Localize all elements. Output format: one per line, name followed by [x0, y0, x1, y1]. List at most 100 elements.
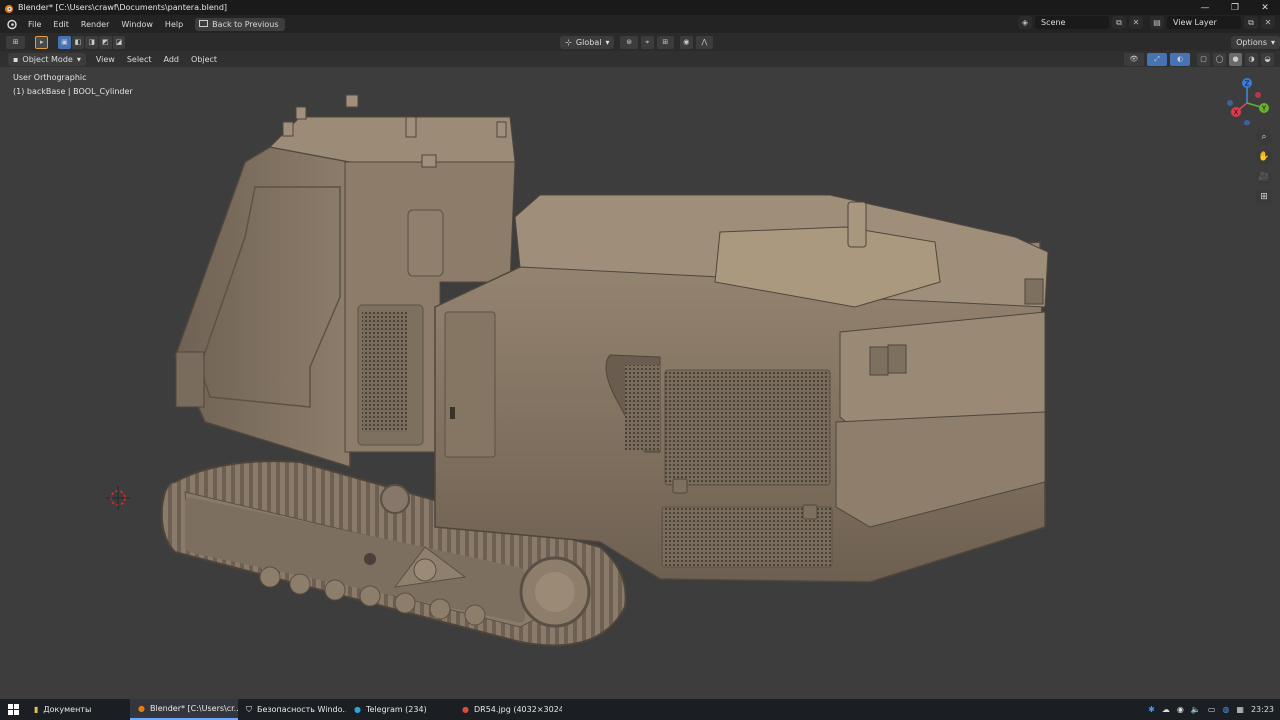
maximize-button[interactable]: ❐ [1220, 0, 1250, 15]
network-icon[interactable]: ▭ [1208, 705, 1216, 714]
delete-scene-icon[interactable]: ✕ [1129, 16, 1143, 29]
rendered-shading-icon[interactable]: ◒ [1261, 52, 1274, 66]
menu-view[interactable]: View [90, 55, 121, 64]
taskbar-item-label: Документы [43, 705, 92, 714]
taskbar-item-label: Blender* [C:\Users\cr... [149, 704, 238, 713]
globe-icon[interactable]: ◍ [1222, 705, 1229, 714]
menu-render[interactable]: Render [75, 20, 115, 29]
blender-icon [5, 4, 13, 13]
back-button-label: Back to Previous [212, 19, 279, 29]
orientation-icon: ⊹ [565, 37, 572, 47]
taskbar-item-chrome[interactable]: ● DR54.jpg (4032×3024)... [454, 699, 562, 720]
new-view-layer-icon[interactable]: ⧉ [1244, 16, 1258, 29]
bluetooth-icon[interactable]: ✱ [1148, 705, 1155, 714]
grid-icon[interactable]: ⊞ [1256, 189, 1272, 205]
menu-add[interactable]: Add [158, 55, 186, 64]
window-titlebar: Blender* [C:\Users\crawf\Documents\pante… [0, 0, 1280, 15]
menu-help[interactable]: Help [159, 20, 189, 29]
material-shading-icon[interactable]: ◑ [1245, 52, 1258, 66]
chevron-down-icon: ▾ [76, 54, 81, 64]
eye-icon[interactable]: ◉ [1177, 705, 1184, 714]
blender-logo-icon[interactable] [6, 18, 18, 30]
shield-icon: ⛉ [246, 704, 252, 714]
tool-settings-bar: ⊞ ▸ ▣ ◧ ◨ ◩ ◪ ⊹ Global ▾ ⊛ ⌖ ⊞ ◉ ⋀ Optio… [0, 33, 1280, 51]
minimize-button[interactable]: — [1190, 0, 1220, 15]
snap-icon[interactable]: ⌖ [640, 35, 654, 49]
orientation-label: Global [575, 37, 602, 47]
taskbar-item-documents[interactable]: ▮ Документы [26, 699, 130, 720]
taskbar-item-blender[interactable]: ● Blender* [C:\Users\cr... [130, 699, 238, 720]
select-extend-icon[interactable]: ◧ [71, 35, 85, 49]
axis-x-label: X [1234, 109, 1239, 117]
navigation-gizmo[interactable]: Z Y X [1222, 75, 1272, 125]
menu-edit[interactable]: Edit [47, 20, 75, 29]
object-mode-icon: ▪ [13, 54, 19, 64]
back-to-previous-button[interactable]: Back to Previous [195, 17, 285, 31]
system-tray: ✱ ☁ ◉ 🔈 ▭ ◍ ▦ 23:23 [1148, 699, 1274, 720]
xray-icon[interactable]: ▢ [1197, 52, 1210, 66]
select-tool-icon[interactable]: ▸ [35, 35, 49, 49]
menu-file[interactable]: File [22, 20, 47, 29]
chevron-down-icon: ▾ [605, 37, 610, 47]
snap-target-icon[interactable]: ⊞ [656, 35, 675, 49]
options-label: Options [1236, 37, 1267, 47]
3d-cursor-icon [106, 486, 130, 510]
select-invert-icon[interactable]: ◩ [98, 35, 112, 49]
engine-body [434, 194, 1049, 583]
axis-y-label: Y [1261, 105, 1267, 113]
scene-field[interactable]: Scene [1035, 16, 1109, 29]
options-dropdown[interactable]: Options ▾ [1231, 35, 1280, 49]
scene-selector: ◈ Scene ⧉ ✕ [1018, 16, 1143, 29]
delete-view-layer-icon[interactable]: ✕ [1261, 16, 1275, 29]
model-render [106, 94, 1049, 647]
select-intersect-icon[interactable]: ◪ [112, 35, 126, 49]
view-layer-selector: ▤ View Layer ⧉ ✕ [1150, 16, 1275, 29]
select-new-icon[interactable]: ▣ [58, 35, 71, 49]
folder-icon: ▮ [34, 705, 39, 714]
transform-orientation-dropdown[interactable]: ⊹ Global ▾ [560, 35, 615, 49]
mode-dropdown[interactable]: ▪ Object Mode ▾ [8, 52, 86, 66]
taskbar-item-telegram[interactable]: ● Telegram (234) [346, 699, 454, 720]
axis-z-label: Z [1245, 80, 1250, 88]
windows-start-icon[interactable] [0, 704, 26, 715]
clock-label[interactable]: 23:23 [1251, 705, 1274, 714]
gizmo-toggle-icon[interactable]: ⤢ [1147, 52, 1167, 66]
taskbar-item-security[interactable]: ⛉ Безопасность Windo... [238, 699, 346, 720]
speaker-icon[interactable]: 🔈 [1191, 705, 1201, 714]
wireframe-shading-icon[interactable]: ◯ [1213, 52, 1226, 66]
view-layer-field[interactable]: View Layer [1167, 16, 1241, 29]
proportional-edit-icon[interactable]: ◉ [680, 35, 693, 49]
3d-viewport[interactable]: User Orthographic (1) backBase | BOOL_Cy… [0, 67, 1280, 699]
solid-shading-icon[interactable]: ● [1229, 52, 1242, 66]
os-taskbar: ▮ Документы ● Blender* [C:\Users\cr... ⛉… [0, 699, 1280, 720]
taskbar-item-label: Безопасность Windo... [257, 705, 346, 714]
screen-icon [199, 20, 209, 27]
overlays-icon[interactable]: ◐ [1170, 52, 1190, 66]
menu-window[interactable]: Window [115, 20, 159, 29]
mode-label: Object Mode [22, 54, 73, 64]
menu-object[interactable]: Object [185, 55, 223, 64]
new-scene-icon[interactable]: ⧉ [1112, 16, 1126, 29]
chrome-icon: ● [462, 705, 469, 714]
close-button[interactable]: ✕ [1250, 0, 1280, 15]
falloff-icon[interactable]: ⋀ [695, 35, 714, 49]
scene-icon[interactable]: ◈ [1018, 16, 1032, 29]
taskbar-item-label: DR54.jpg (4032×3024)... [473, 705, 562, 714]
keyboard-icon[interactable]: ▦ [1236, 705, 1244, 714]
telegram-icon: ● [354, 705, 361, 714]
chevron-down-icon: ▾ [1271, 37, 1276, 47]
camera-icon[interactable]: 🎥 [1256, 169, 1272, 185]
menu-select[interactable]: Select [121, 55, 158, 64]
pan-hand-icon[interactable]: ✋ [1256, 149, 1272, 165]
zoom-icon[interactable]: ⌕ [1256, 129, 1272, 145]
visibility-icon[interactable]: 👁 [1124, 52, 1144, 66]
blender-icon: ● [138, 704, 145, 713]
pivot-icon[interactable]: ⊛ [620, 35, 638, 49]
taskbar-item-label: Telegram (234) [365, 705, 427, 714]
window-title: Blender* [C:\Users\crawf\Documents\pante… [18, 3, 228, 12]
view-layer-icon[interactable]: ▤ [1150, 16, 1164, 29]
cloud-icon[interactable]: ☁ [1162, 705, 1170, 714]
editor-type-icon[interactable]: ⊞ [6, 35, 26, 49]
select-subtract-icon[interactable]: ◨ [85, 35, 98, 49]
viewport-header: ▪ Object Mode ▾ View Select Add Object 👁… [0, 51, 1280, 67]
